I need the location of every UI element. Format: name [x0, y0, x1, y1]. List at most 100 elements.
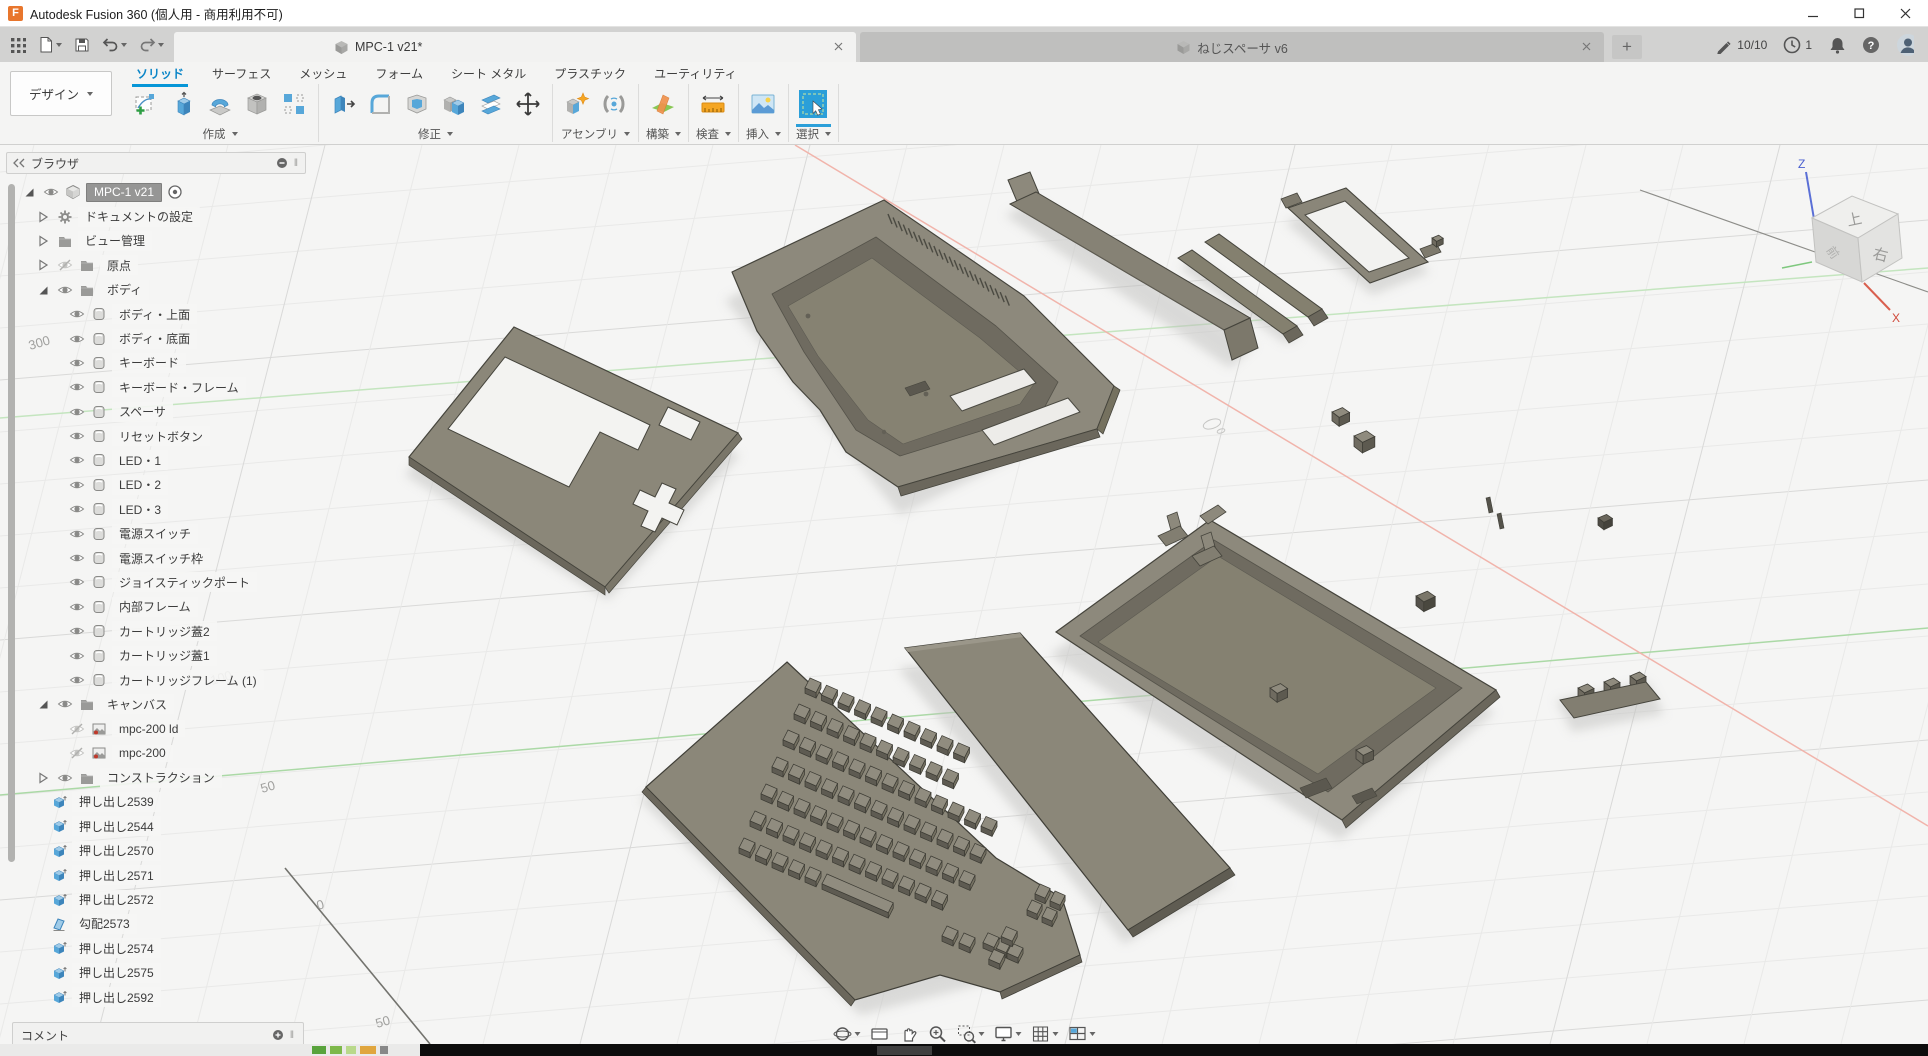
browser-item-label[interactable]: スペーサ [112, 402, 173, 422]
browser-row-body[interactable]: 内部フレーム [6, 595, 306, 619]
combine-button[interactable] [437, 86, 471, 122]
help-button[interactable]: ? [1862, 37, 1880, 53]
user-avatar[interactable] [1896, 37, 1914, 53]
visibility-eye-icon[interactable] [68, 404, 86, 420]
browser-item-label[interactable]: 押し出し2572 [72, 890, 161, 910]
extrude-button[interactable] [166, 86, 200, 122]
visibility-eye-off-icon[interactable] [68, 721, 86, 737]
browser-row-feature[interactable]: 押し出し2571 [6, 863, 306, 887]
browser-row-body[interactable]: 電源スイッチ枠 [6, 546, 306, 570]
visibility-eye-icon[interactable] [68, 501, 86, 517]
browser-row-body[interactable]: カートリッジ蓋2 [6, 619, 306, 643]
browser-item-label[interactable]: 原点 [100, 255, 138, 275]
browser-item-label[interactable]: MPC-1 v21 [86, 183, 162, 202]
panel-options-icon[interactable] [276, 157, 288, 169]
browser-row-body[interactable]: カートリッジフレーム (1) [6, 668, 306, 692]
visibility-eye-icon[interactable] [68, 526, 86, 542]
visibility-eye-icon[interactable] [68, 477, 86, 493]
joint-button[interactable] [597, 86, 631, 122]
ribbon-group-dropdown[interactable]: 検査 [696, 124, 731, 141]
browser-item-label[interactable]: LED・1 [112, 450, 168, 470]
visibility-eye-icon[interactable] [68, 550, 86, 566]
expander-collapsed-icon[interactable] [34, 770, 52, 786]
new-component-button[interactable] [560, 86, 594, 122]
browser-row-body[interactable]: リセットボタン [6, 424, 306, 448]
browser-row-group[interactable]: キャンバス [6, 692, 306, 716]
browser-row-body[interactable]: ジョイスティックポート [6, 570, 306, 594]
visibility-eye-icon[interactable] [68, 648, 86, 664]
visibility-eye-icon[interactable] [68, 306, 86, 322]
visibility-eye-icon[interactable] [68, 355, 86, 371]
browser-item-label[interactable]: キーボード・フレーム [112, 377, 246, 397]
workspace-switcher[interactable]: デザイン [10, 71, 112, 116]
browser-item-label[interactable]: 押し出し2575 [72, 963, 161, 983]
browser-row-canvas[interactable]: mpc-200 ld [6, 717, 306, 741]
close-tab-icon[interactable] [833, 41, 844, 52]
visibility-eye-icon[interactable] [68, 331, 86, 347]
browser-row-body[interactable]: キーボード・フレーム [6, 375, 306, 399]
browser-row-feature[interactable]: 押し出し2592 [6, 985, 306, 1009]
browser-row-group[interactable]: ドキュメントの設定 [6, 204, 306, 228]
pan-button[interactable] [896, 1022, 922, 1046]
browser-row-feature[interactable]: 押し出し2572 [6, 887, 306, 911]
browser-item-label[interactable]: 電源スイッチ枠 [112, 548, 210, 568]
expander-collapsed-icon[interactable] [34, 233, 52, 249]
browser-row-body[interactable]: ボディ・上面 [6, 302, 306, 326]
maximize-button[interactable] [1836, 0, 1882, 27]
revolve-button[interactable] [203, 86, 237, 122]
browser-row-feature[interactable]: 押し出し2574 [6, 936, 306, 960]
browser-row-feature[interactable]: 押し出し2544 [6, 814, 306, 838]
ribbon-tab[interactable]: シート メタル [437, 62, 540, 85]
zoom-button[interactable] [925, 1022, 951, 1046]
undo-button[interactable] [98, 34, 131, 55]
browser-item-label[interactable]: キーボード [112, 353, 186, 373]
visibility-eye-icon[interactable] [68, 623, 86, 639]
browser-item-label[interactable]: ボディ [100, 280, 149, 300]
browser-row-feature[interactable]: 押し出し2539 [6, 790, 306, 814]
browser-item-label[interactable]: カートリッジ蓋1 [112, 646, 217, 666]
timeline-scroll-area[interactable] [420, 1044, 1928, 1056]
browser-item-label[interactable]: キャンバス [100, 694, 174, 714]
browser-item-label[interactable]: 押し出し2544 [72, 816, 161, 836]
browser-row-canvas[interactable]: mpc-200 [6, 741, 306, 765]
pattern-button[interactable] [277, 86, 311, 122]
hole-button[interactable] [240, 86, 274, 122]
ribbon-group-dropdown[interactable]: 作成 [129, 124, 311, 141]
expander-collapsed-icon[interactable] [34, 209, 52, 225]
browser-item-label[interactable]: mpc-200 [112, 745, 173, 762]
browser-row-body[interactable]: カートリッジ蓋1 [6, 643, 306, 667]
minimize-button[interactable] [1790, 0, 1836, 27]
browser-row-feature[interactable]: 押し出し2575 [6, 961, 306, 985]
visibility-eye-icon[interactable] [42, 184, 60, 200]
save-button[interactable] [70, 34, 94, 56]
visibility-eye-icon[interactable] [56, 282, 74, 298]
ribbon-tab[interactable]: サーフェス [198, 62, 285, 85]
browser-row-body[interactable]: 電源スイッチ [6, 521, 306, 545]
new-tab-button[interactable]: + [1612, 35, 1642, 59]
visibility-eye-icon[interactable] [56, 696, 74, 712]
browser-item-label[interactable]: LED・2 [112, 475, 168, 495]
select-button[interactable] [796, 86, 830, 122]
document-tab[interactable]: MPC-1 v21* [174, 32, 856, 62]
activity-button[interactable]: 1 [1783, 37, 1812, 53]
construction-plane-button[interactable] [646, 86, 680, 122]
sketch-button[interactable] [129, 86, 163, 122]
browser-item-label[interactable]: カートリッジ蓋2 [112, 621, 217, 641]
browser-item-label[interactable]: ジョイスティックポート [112, 572, 257, 592]
browser-item-label[interactable]: 押し出し2592 [72, 987, 161, 1007]
browser-item-label[interactable]: 電源スイッチ [112, 524, 198, 544]
browser-item-label[interactable]: 押し出し2574 [72, 938, 161, 958]
ribbon-tab[interactable]: フォーム [361, 62, 437, 85]
browser-row-group[interactable]: コンストラクション [6, 765, 306, 789]
display-settings-button[interactable] [991, 1022, 1025, 1046]
look-at-button[interactable] [867, 1022, 893, 1046]
browser-row-group[interactable]: ボディ [6, 278, 306, 302]
ribbon-tab[interactable]: ソリッド [122, 62, 198, 85]
ribbon-group-dropdown[interactable]: 修正 [326, 124, 545, 141]
insert-canvas-button[interactable] [746, 86, 780, 122]
timeline-scroll-thumb[interactable] [877, 1046, 932, 1055]
browser-row-body[interactable]: キーボード [6, 351, 306, 375]
expander-collapsed-icon[interactable] [34, 257, 52, 273]
expander-expanded-icon[interactable] [20, 184, 38, 200]
file-new-button[interactable] [34, 33, 66, 57]
